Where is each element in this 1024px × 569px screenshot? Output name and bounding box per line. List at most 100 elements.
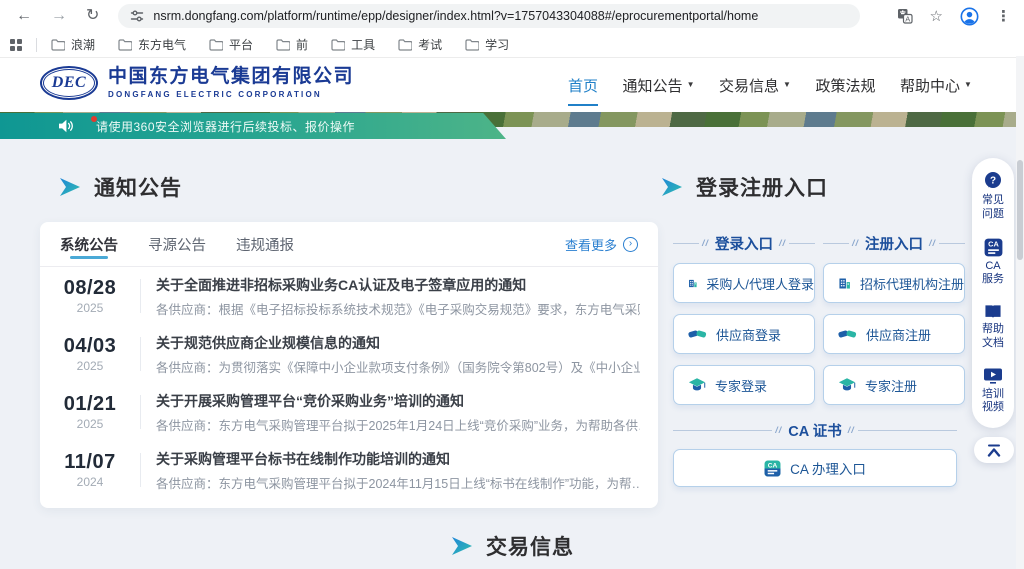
graduation-cap-icon bbox=[838, 377, 856, 393]
purchaser-login-button[interactable]: 采购人/代理人登录 bbox=[673, 263, 815, 303]
bookmarks-separator bbox=[36, 38, 37, 52]
chevron-down-icon: ▼ bbox=[687, 81, 695, 89]
ca-badge-icon: CA bbox=[764, 460, 781, 477]
nav-help-center[interactable]: 帮助中心▼ bbox=[900, 69, 972, 102]
expert-login-button[interactable]: 专家登录 bbox=[673, 365, 815, 405]
notice-summary: 各供应商：东方电气采购管理平台拟于2024年11月15日上线“标书在线制作”功能… bbox=[156, 473, 640, 491]
supplier-login-button[interactable]: 供应商登录 bbox=[673, 314, 815, 354]
building-icon bbox=[838, 275, 851, 292]
ca-badge-icon: CA bbox=[984, 238, 1003, 257]
translate-icon[interactable]: A bbox=[897, 8, 913, 24]
supplier-register-button[interactable]: 供应商注册 bbox=[823, 314, 965, 354]
video-icon bbox=[983, 367, 1003, 385]
notice-summary: 各供应商：为贯彻落实《保障中小企业款项支付条例》（国务院令第802号）及《中小企… bbox=[156, 357, 640, 375]
section-arrow-icon bbox=[452, 537, 472, 555]
svg-text:CA: CA bbox=[768, 462, 778, 469]
notice-row[interactable]: 11/07 2024 关于采购管理平台标书在线制作功能培训的通知 各供应商：东方… bbox=[40, 441, 658, 499]
section-arrow-icon bbox=[60, 178, 80, 196]
notice-summary: 各供应商：根据《电子招标投标系统技术规范》《电子采购交易规范》要求，东方电气采购… bbox=[156, 299, 640, 317]
notice-row[interactable]: 01/21 2025 关于开展采购管理平台“竞价采购业务”培训的通知 各供应商：… bbox=[40, 383, 658, 441]
tab-system-notices[interactable]: 系统公告 bbox=[60, 222, 118, 266]
apps-grid-icon[interactable] bbox=[10, 39, 22, 51]
section-title: 登录注册入口 bbox=[696, 172, 828, 202]
notice-title[interactable]: 关于全面推进非招标采购业务CA认证及电子签章应用的通知 bbox=[156, 275, 640, 293]
trade-section-header: 交易信息 bbox=[452, 531, 574, 561]
back-icon[interactable]: ← bbox=[16, 8, 32, 24]
bookmark-folder[interactable]: 学习 bbox=[465, 36, 509, 53]
tab-sourcing-notices[interactable]: 寻源公告 bbox=[148, 222, 206, 266]
agency-register-button[interactable]: 招标代理机构注册 bbox=[823, 263, 965, 303]
nav-notices[interactable]: 通知公告▼ bbox=[623, 69, 695, 102]
book-icon bbox=[983, 303, 1003, 320]
scrollbar[interactable] bbox=[1016, 56, 1024, 569]
dec-logo-oval: DEC bbox=[40, 66, 98, 100]
expert-register-button[interactable]: 专家注册 bbox=[823, 365, 965, 405]
nav-home[interactable]: 首页 bbox=[568, 69, 598, 102]
browser-window: ← → ↻ nsrm.dongfang.com/platform/runtime… bbox=[0, 0, 1024, 569]
forward-icon[interactable]: → bbox=[51, 8, 67, 24]
bookmark-folder[interactable]: 考试 bbox=[398, 36, 442, 53]
question-bubble-icon: ? bbox=[983, 171, 1003, 191]
notice-row[interactable]: 08/28 2025 关于全面推进非招标采购业务CA认证及电子签章应用的通知 各… bbox=[40, 267, 658, 325]
arrow-up-icon bbox=[986, 444, 1002, 457]
notice-date: 08/28 2025 bbox=[40, 275, 140, 317]
notification-ticker: 请使用360安全浏览器进行后续投标、报价操作 bbox=[0, 113, 506, 139]
menu-icon[interactable]: ⋮ bbox=[996, 7, 1011, 25]
help-docs-shortcut[interactable]: 帮助文档 bbox=[980, 303, 1006, 351]
bookmark-folder[interactable]: 东方电气 bbox=[118, 36, 186, 53]
bookmark-folder[interactable]: 平台 bbox=[209, 36, 253, 53]
svg-text:CA: CA bbox=[988, 239, 999, 248]
register-group-header: // 注册入口 // bbox=[823, 233, 965, 253]
notice-card: 系统公告 寻源公告 违规通报 查看更多 › 08/28 2025 关于全面推进非… bbox=[40, 222, 658, 508]
bookmark-folder[interactable]: 工具 bbox=[331, 36, 375, 53]
notice-title[interactable]: 关于采购管理平台标书在线制作功能培训的通知 bbox=[156, 449, 640, 467]
section-arrow-icon bbox=[662, 178, 682, 196]
company-logo[interactable]: DEC 中国东方电气集团有限公司 DONGFANG ELECTRIC CORPO… bbox=[40, 66, 354, 100]
circle-arrow-icon: › bbox=[623, 237, 638, 252]
scrollbar-thumb[interactable] bbox=[1017, 160, 1023, 260]
url-text: nsrm.dongfang.com/platform/runtime/epp/d… bbox=[153, 9, 758, 23]
company-name-en: DONGFANG ELECTRIC CORPORATION bbox=[108, 90, 354, 99]
notice-date: 01/21 2025 bbox=[40, 391, 140, 433]
notice-section-header: 通知公告 bbox=[60, 172, 182, 202]
nav-trade-info[interactable]: 交易信息▼ bbox=[719, 69, 791, 102]
faq-shortcut[interactable]: ? 常见问题 bbox=[980, 171, 1006, 222]
login-section-header: 登录注册入口 bbox=[662, 172, 828, 202]
bookmark-folder[interactable]: 前 bbox=[276, 36, 308, 53]
notice-tabs: 系统公告 寻源公告 违规通报 查看更多 › bbox=[40, 222, 658, 267]
handshake-icon bbox=[688, 327, 707, 341]
tab-violation-reports[interactable]: 违规通报 bbox=[236, 222, 294, 266]
notice-title[interactable]: 关于规范供应商企业规模信息的通知 bbox=[156, 333, 640, 351]
training-videos-shortcut[interactable]: 培训视频 bbox=[980, 367, 1006, 416]
speaker-icon bbox=[58, 119, 74, 133]
profile-avatar-icon[interactable] bbox=[960, 7, 979, 26]
company-name-zh: 中国东方电气集团有限公司 bbox=[108, 67, 354, 88]
graduation-cap-icon bbox=[688, 377, 706, 393]
login-group-header: // 登录入口 // bbox=[673, 233, 815, 253]
main-nav: 首页 通知公告▼ 交易信息▼ 政策法规 帮助中心▼ bbox=[568, 58, 972, 112]
login-register-buttons: 采购人/代理人登录 招标代理机构注册 供应商登录 供应商注册 专家登录 专家注册 bbox=[673, 263, 965, 405]
back-to-top-button[interactable] bbox=[974, 437, 1014, 463]
ca-apply-button[interactable]: CA CA 办理入口 bbox=[673, 449, 957, 487]
section-title: 交易信息 bbox=[486, 531, 574, 561]
reload-icon[interactable]: ↻ bbox=[86, 8, 99, 24]
view-more-link[interactable]: 查看更多 › bbox=[565, 235, 638, 254]
svg-text:?: ? bbox=[990, 175, 996, 186]
site-settings-icon[interactable] bbox=[130, 9, 144, 23]
bookmark-folder[interactable]: 浪潮 bbox=[51, 36, 95, 53]
url-bar[interactable]: nsrm.dongfang.com/platform/runtime/epp/d… bbox=[118, 4, 860, 28]
nav-policies[interactable]: 政策法规 bbox=[815, 69, 875, 102]
notification-badge-dot bbox=[91, 116, 97, 122]
chevron-down-icon: ▼ bbox=[964, 81, 972, 89]
quick-action-sidebar: ? 常见问题 CA CA服务 帮助文档 培训视频 bbox=[972, 158, 1014, 428]
chevron-down-icon: ▼ bbox=[783, 81, 791, 89]
notice-title[interactable]: 关于开展采购管理平台“竞价采购业务”培训的通知 bbox=[156, 391, 640, 409]
notice-row[interactable]: 04/03 2025 关于规范供应商企业规模信息的通知 各供应商：为贯彻落实《保… bbox=[40, 325, 658, 383]
site-header: DEC 中国东方电气集团有限公司 DONGFANG ELECTRIC CORPO… bbox=[0, 58, 1024, 112]
notice-date: 04/03 2025 bbox=[40, 333, 140, 375]
section-title: 通知公告 bbox=[94, 172, 182, 202]
ticker-text: 请使用360安全浏览器进行后续投标、报价操作 bbox=[96, 118, 355, 135]
ca-service-shortcut[interactable]: CA CA服务 bbox=[980, 238, 1006, 288]
bookmark-star-icon[interactable]: ☆ bbox=[930, 7, 943, 25]
toolbar-actions: A ☆ ⋮ bbox=[897, 7, 1024, 26]
